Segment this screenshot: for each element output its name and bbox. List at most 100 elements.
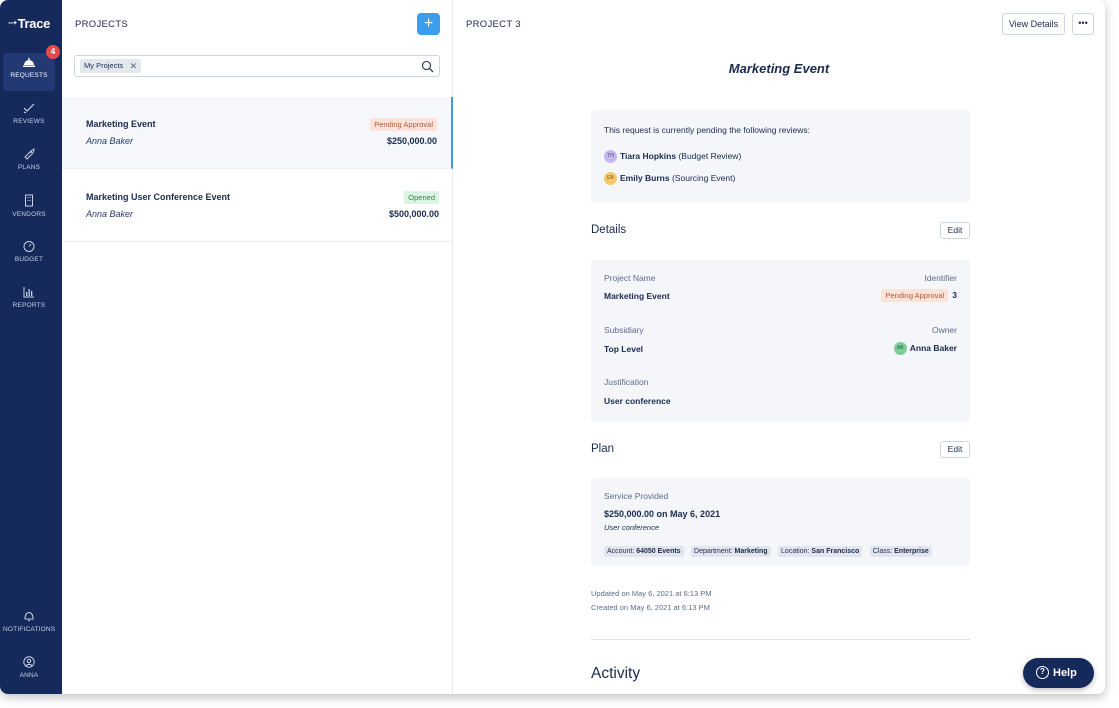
page-title: Marketing Event xyxy=(728,61,830,76)
identifier-number: 3 xyxy=(952,290,957,300)
sidebar-item-reports[interactable]: REPORTS xyxy=(3,283,55,321)
tag-class: Class: Enterprise xyxy=(869,546,932,557)
detail-header: PROJECT 3 xyxy=(466,19,521,30)
sidebar-item-label: BUDGET xyxy=(14,256,44,263)
tag-account: Account: 64050 Events xyxy=(604,546,684,557)
reviewer-row: EB Emily Burns (Sourcing Event) xyxy=(604,172,735,185)
created-timestamp: Created on May 6, 2021 at 6:13 PM xyxy=(591,603,710,612)
sidebar-item-requests[interactable]: REQUESTS xyxy=(3,53,55,91)
details-card: Project Name Identifier Marketing Event … xyxy=(591,260,970,422)
sidebar-item-budget[interactable]: BUDGET xyxy=(3,237,55,275)
sidebar-item-label: REPORTS xyxy=(12,302,46,309)
tag-key: Location: xyxy=(781,548,810,555)
bell-outline-icon xyxy=(24,611,34,621)
project-list-item[interactable]: Marketing User Conference Event Opened A… xyxy=(62,170,453,242)
bell-icon xyxy=(23,58,35,67)
building-icon xyxy=(25,194,33,207)
app-logo[interactable]: ⁻ᐩTrace xyxy=(8,16,50,31)
sidebar-item-reviews[interactable]: REVIEWS xyxy=(3,99,55,137)
reviewer-name: Emily Burns xyxy=(620,172,670,183)
reviewer-row: TH Tiara Hopkins (Budget Review) xyxy=(604,150,741,163)
help-label: Help xyxy=(1053,667,1077,679)
field-label: Project Name xyxy=(604,273,656,283)
sidebar-item-label: REVIEWS xyxy=(13,118,45,125)
add-project-button[interactable]: + xyxy=(417,13,440,35)
project-name: Marketing Event xyxy=(86,119,156,129)
project-owner: Anna Baker xyxy=(86,209,134,219)
justification-value: User conference xyxy=(604,396,671,406)
identifier-value: Pending Approval 3 xyxy=(881,289,957,302)
tag-value: 64050 Events xyxy=(636,548,681,555)
reviewer-name: Tiara Hopkins xyxy=(620,150,677,161)
project-owner: Anna Baker xyxy=(86,136,134,146)
details-section-title: Details xyxy=(591,224,627,236)
reviewer-role: (Sourcing Event) xyxy=(671,172,736,183)
field-label: Justification xyxy=(604,377,649,387)
divider xyxy=(591,639,970,640)
plan-tags: Account: 64050 Events Department: Market… xyxy=(604,540,935,558)
subsidiary-value: Top Level xyxy=(604,344,644,354)
close-icon[interactable]: ✕ xyxy=(130,59,138,73)
sidebar-item-vendors[interactable]: VENDORS xyxy=(3,191,55,229)
pending-intro: This request is currently pending the fo… xyxy=(604,125,810,135)
sidebar-item-label: PLANS xyxy=(17,164,41,171)
tag-key: Department: xyxy=(694,548,733,555)
sidebar-item-profile[interactable]: ANNA xyxy=(3,653,55,691)
plan-card: Service Provided $250,000.00 on May 6, 2… xyxy=(591,478,970,566)
activity-section-title: Activity xyxy=(591,665,641,682)
app-logo-text: Trace xyxy=(17,16,51,31)
status-badge: Opened xyxy=(404,191,439,204)
more-options-button[interactable]: ••• xyxy=(1072,13,1094,35)
projects-panel: PROJECTS + My Projects ✕ Marketing Event … xyxy=(62,0,453,694)
filter-chip[interactable]: My Projects ✕ xyxy=(80,59,142,73)
sidebar-item-label: NOTIFICATIONS xyxy=(3,626,56,633)
avatar: TH xyxy=(604,150,617,163)
tag-key: Account: xyxy=(607,548,635,555)
sidebar-item-plans[interactable]: PLANS xyxy=(3,145,55,183)
status-badge: Pending Approval xyxy=(881,289,949,302)
tag-location: Location: San Francisco xyxy=(778,546,863,557)
filter-chip-label: My Projects xyxy=(84,61,124,70)
updated-timestamp: Updated on May 6, 2021 at 6:13 PM xyxy=(591,589,712,598)
tag-key: Class: xyxy=(872,548,893,555)
field-label: Identifier xyxy=(924,273,957,283)
search-icon[interactable] xyxy=(421,60,434,73)
reviewer-role: (Budget Review) xyxy=(678,150,742,161)
project-amount: $250,000.00 xyxy=(386,136,437,146)
gauge-icon xyxy=(23,241,35,252)
sidebar: ⁻ᐩTrace REQUESTS 4 REVIEWS PLANS VENDORS… xyxy=(0,0,62,694)
plan-section-title: Plan xyxy=(591,443,615,455)
tag-department: Department: Marketing xyxy=(691,546,771,557)
project-list-item[interactable]: Marketing Event Pending Approval Anna Ba… xyxy=(62,97,453,169)
tag-value: San Francisco xyxy=(811,548,860,555)
avatar: EB xyxy=(604,172,617,185)
help-button[interactable]: ? Help xyxy=(1023,658,1094,688)
user-icon xyxy=(23,656,35,668)
field-label: Subsidiary xyxy=(604,325,644,335)
pending-reviews-card: This request is currently pending the fo… xyxy=(591,110,970,203)
sidebar-item-label: VENDORS xyxy=(12,211,46,218)
help-icon: ? xyxy=(1036,665,1049,679)
search-input[interactable]: My Projects ✕ xyxy=(74,55,440,77)
field-label: Owner xyxy=(931,325,957,335)
owner-name: Anna Baker xyxy=(909,342,957,353)
edit-plan-button[interactable]: Edit xyxy=(940,441,970,458)
rocket-icon xyxy=(24,148,35,160)
edit-details-button[interactable]: Edit xyxy=(940,222,970,239)
owner-value: AB Anna Baker xyxy=(893,342,957,355)
check-icon xyxy=(23,103,35,114)
view-details-button[interactable]: View Details xyxy=(1002,13,1065,35)
trace-logo-icon: ⁻ᐩ xyxy=(8,20,17,31)
sidebar-item-label: REQUESTS xyxy=(10,72,48,79)
tag-value: Marketing xyxy=(734,548,768,555)
bar-chart-icon xyxy=(23,287,34,298)
app-window: ⁻ᐩTrace REQUESTS 4 REVIEWS PLANS VENDORS… xyxy=(0,0,1105,694)
project-name: Marketing User Conference Event xyxy=(86,192,231,202)
status-badge: Pending Approval xyxy=(370,118,437,131)
project-name-value: Marketing Event xyxy=(604,291,670,301)
avatar: AB xyxy=(893,342,907,355)
project-amount: $500,000.00 xyxy=(388,209,439,219)
tag-value: Enterprise xyxy=(894,548,929,555)
sidebar-item-notifications[interactable]: NOTIFICATIONS xyxy=(3,607,55,645)
project-detail: PROJECT 3 View Details ••• Marketing Eve… xyxy=(453,0,1105,694)
